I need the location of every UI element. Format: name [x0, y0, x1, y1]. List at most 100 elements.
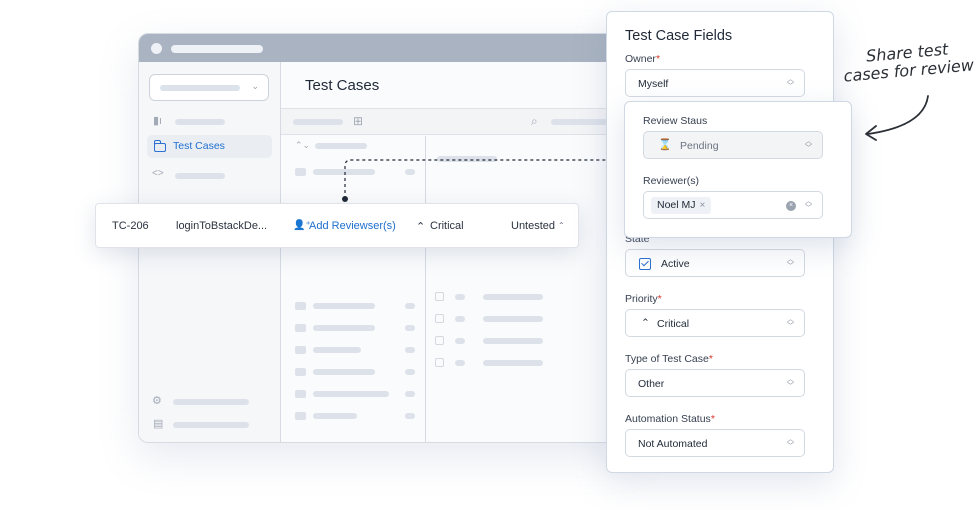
reviewers-label: Reviewer(s): [643, 175, 700, 187]
sidebar-item-placeholder[interactable]: [175, 119, 225, 125]
sidebar: ⌄ ▮ı Test Cases <> ⚙ ▤: [139, 62, 281, 442]
folder-icon: [295, 302, 306, 310]
priority-label: Priority*: [625, 293, 662, 305]
status-dropdown[interactable]: Untested: [511, 220, 555, 232]
list-item-placeholder: [455, 360, 465, 366]
folder-count-placeholder: [405, 303, 415, 309]
list-item-placeholder[interactable]: [483, 360, 543, 366]
test-case-id: TC-206: [112, 220, 149, 232]
folder-placeholder[interactable]: [313, 413, 357, 419]
reviewer-chip: Noel MJ ×: [651, 197, 712, 214]
folder-count-placeholder: [405, 325, 415, 331]
folder-count-placeholder: [405, 391, 415, 397]
sort-icon[interactable]: ⌃⌄: [295, 140, 310, 151]
clipboard-icon[interactable]: ▤: [153, 417, 163, 430]
chevron-up-down-icon: ︿ ﹀: [787, 376, 794, 390]
list-item-placeholder[interactable]: [483, 316, 543, 322]
sidebar-item-placeholder[interactable]: [175, 173, 225, 179]
window-control-dot[interactable]: [151, 43, 162, 54]
folder-placeholder: [315, 143, 367, 149]
type-label: Type of Test Case*: [625, 353, 713, 365]
search-icon[interactable]: ⌕: [531, 114, 538, 129]
list-item-placeholder[interactable]: [483, 338, 543, 344]
annotation-arrow: [865, 95, 929, 141]
chevron-up-down-icon: ︿ ﹀: [787, 316, 794, 330]
folder-icon: [295, 168, 306, 176]
dashboard-icon[interactable]: ▮ı: [153, 114, 162, 127]
project-name-placeholder: [160, 85, 240, 91]
gear-icon[interactable]: ⚙: [152, 394, 162, 407]
list-item-placeholder: [455, 316, 465, 322]
chevron-down-icon: ⌄: [251, 81, 259, 91]
priority-critical-icon: ⌃: [641, 317, 650, 329]
chevron-up-down-icon: ︿ ﹀: [787, 436, 794, 450]
checkbox[interactable]: [435, 314, 444, 323]
window-titlebar: [139, 34, 637, 62]
panel-title: Test Case Fields: [625, 28, 733, 44]
checkbox[interactable]: [435, 336, 444, 345]
folder-placeholder[interactable]: [313, 303, 375, 309]
folder-icon: [295, 324, 306, 332]
folder-count-placeholder: [405, 413, 415, 419]
review-status-value: Pending: [680, 140, 719, 152]
list-item-placeholder[interactable]: [483, 294, 543, 300]
search-placeholder[interactable]: [551, 119, 611, 125]
type-select[interactable]: Other ︿ ﹀: [625, 369, 805, 397]
chevron-up-down-icon: ︿ ﹀: [805, 138, 812, 152]
checkbox-icon: [639, 258, 651, 270]
toolbar-placeholder: [293, 119, 343, 125]
priority-critical-icon: ⌃: [416, 221, 426, 233]
test-case-fields-panel: Test Case Fields Owner* Myself ︿ ﹀ State …: [606, 11, 834, 473]
checkbox[interactable]: [435, 292, 444, 301]
list-item-placeholder: [455, 294, 465, 300]
code-icon[interactable]: <>: [152, 168, 164, 179]
test-case-name[interactable]: loginToBstackDe...: [176, 220, 267, 232]
review-status-label: Review Staus: [643, 115, 708, 127]
folder-icon: [295, 346, 306, 354]
priority-select[interactable]: ⌃ Critical ︿ ﹀: [625, 309, 805, 337]
state-value: Active: [661, 258, 690, 270]
clear-icon[interactable]: ×: [786, 201, 796, 211]
chevron-up-down-icon: ︿ ﹀: [787, 76, 794, 90]
owner-select[interactable]: Myself ︿ ﹀: [625, 69, 805, 97]
automation-label: Automation Status*: [625, 413, 715, 425]
chevron-up-down-icon[interactable]: ⌃: [558, 221, 565, 230]
owner-label: Owner*: [625, 53, 661, 65]
reviewers-select[interactable]: Noel MJ × × ︿ ﹀: [643, 191, 823, 219]
type-value: Other: [638, 378, 665, 390]
list-item-placeholder: [455, 338, 465, 344]
sidebar-item-placeholder[interactable]: [173, 399, 249, 405]
sidebar-item-test-cases[interactable]: Test Cases: [147, 135, 272, 158]
review-status-select[interactable]: ⌛ Pending ︿ ﹀: [643, 131, 823, 159]
folder-placeholder[interactable]: [313, 391, 389, 397]
add-reviewers-link[interactable]: Add Reviewser(s): [309, 220, 396, 232]
owner-value: Myself: [638, 78, 669, 90]
automation-value: Not Automated: [638, 438, 708, 450]
add-folder-icon[interactable]: ⊞: [353, 114, 363, 128]
priority-value: Critical: [657, 318, 690, 330]
folder-placeholder[interactable]: [313, 369, 375, 375]
project-selector[interactable]: ⌄: [149, 74, 269, 101]
toolbar: ⊞ ⌕: [281, 109, 637, 135]
folder-icon: [295, 390, 306, 398]
review-popover: Review Staus ⌛ Pending ︿ ﹀ Reviewer(s) No…: [624, 101, 852, 238]
hourglass-icon: ⌛: [658, 139, 672, 151]
connector-line: [342, 155, 624, 202]
folder-icon: [295, 412, 306, 420]
chevron-up-down-icon: ︿ ﹀: [787, 256, 794, 270]
folder-count-placeholder: [405, 347, 415, 353]
folder-placeholder[interactable]: [313, 347, 361, 353]
sidebar-item-placeholder[interactable]: [173, 422, 249, 428]
folder-placeholder[interactable]: [313, 325, 375, 331]
chevron-up-down-icon: ︿ ﹀: [805, 198, 812, 212]
checkbox[interactable]: [435, 358, 444, 367]
main-area: Test Cases ⊞ ⌕ ⌃⌄: [281, 62, 637, 442]
automation-select[interactable]: Not Automated ︿ ﹀: [625, 429, 805, 457]
page-title: Test Cases: [305, 77, 380, 94]
sidebar-item-label: Test Cases: [173, 140, 225, 152]
close-icon[interactable]: ×: [700, 200, 706, 211]
state-select[interactable]: Active ︿ ﹀: [625, 249, 805, 277]
window-title-placeholder: [171, 45, 263, 53]
test-case-row[interactable]: TC-206 loginToBstackDe... 👤⁺ Add Reviews…: [95, 203, 579, 248]
folder-icon: [295, 368, 306, 376]
